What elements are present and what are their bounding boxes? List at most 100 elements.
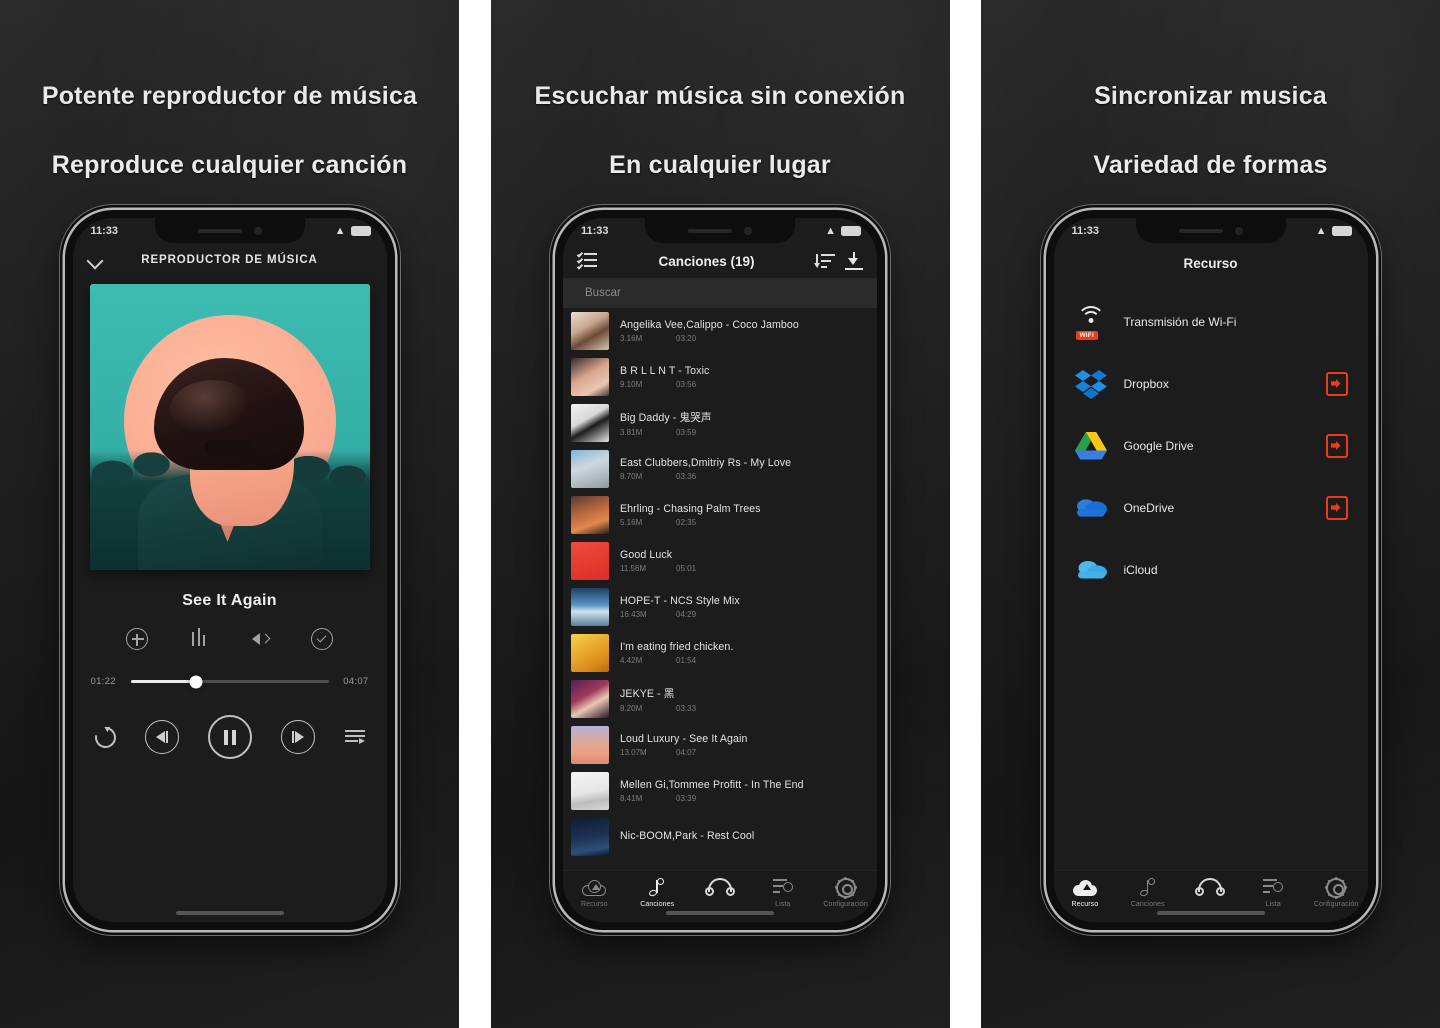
headphones-icon bbox=[1195, 877, 1226, 898]
song-filesize: 16.43M bbox=[620, 610, 647, 619]
seek-handle[interactable] bbox=[189, 675, 203, 688]
queue-icon[interactable] bbox=[344, 729, 365, 745]
song-filesize: 8.70M bbox=[620, 472, 643, 481]
song-list-item[interactable]: Big Daddy - 鬼哭声 3.81M 03:59 bbox=[563, 400, 877, 446]
status-time-2: 11:33 bbox=[581, 225, 609, 237]
google-drive-icon bbox=[1074, 429, 1108, 463]
song-list-item[interactable]: Ehrling - Chasing Palm Trees 5.16M 02:35 bbox=[563, 492, 877, 538]
status-bar-3: 11:33 ▲ bbox=[1054, 218, 1368, 244]
resource-label: Transmisión de Wi-Fi bbox=[1123, 315, 1237, 329]
export-icon[interactable] bbox=[1325, 496, 1348, 520]
song-list-item[interactable]: East Clubbers,Dmitriy Rs - My Love 8.70M 0… bbox=[563, 446, 877, 492]
tab-headphones[interactable] bbox=[1181, 877, 1239, 901]
status-time-3: 11:33 bbox=[1071, 225, 1100, 237]
album-artwork bbox=[89, 284, 370, 570]
artwork-figure-glasses bbox=[203, 440, 280, 456]
song-meta: Angelika Vee,Calippo - Coco Jamboo 3.16M 0… bbox=[620, 319, 865, 343]
previous-button[interactable] bbox=[144, 720, 179, 754]
song-subtitle: 8.70M 03:36 bbox=[620, 472, 865, 481]
album-art-container bbox=[73, 284, 387, 570]
song-list-item[interactable]: B R L L N T - Toxic 9.10M 03:56 bbox=[563, 354, 877, 400]
tab-canciones[interactable]: Canciones bbox=[628, 877, 686, 908]
song-duration: 03:59 bbox=[676, 427, 697, 437]
tab-configuracion[interactable]: Configuración bbox=[817, 877, 875, 908]
cloud-upload-icon bbox=[582, 879, 607, 896]
add-to-playlist-icon[interactable] bbox=[126, 628, 149, 650]
song-thumbnail bbox=[571, 818, 609, 856]
song-list-item[interactable]: Angelika Vee,Calippo - Coco Jamboo 3.16M 0… bbox=[563, 308, 877, 354]
song-list-item[interactable]: HOPE-T - NCS Style Mix 16.43M 04:29 bbox=[563, 584, 877, 630]
song-thumbnail bbox=[571, 772, 609, 810]
equalizer-icon[interactable] bbox=[188, 628, 210, 650]
resource-list-item[interactable]: WiFi Transmisión de Wi-Fi bbox=[1054, 291, 1368, 353]
player-header: REPRODUCTOR DE MÚSICA bbox=[73, 244, 387, 272]
song-filesize: 4.42M bbox=[620, 656, 643, 665]
battery-icon bbox=[841, 226, 861, 236]
song-thumbnail bbox=[571, 634, 609, 672]
tab-recurso[interactable]: Recurso bbox=[565, 877, 623, 908]
wifi-status-icon: ▲ bbox=[334, 224, 346, 237]
now-playing-title: See It Again bbox=[182, 592, 277, 609]
song-title: Angelika Vee,Calippo - Coco Jamboo bbox=[620, 319, 799, 331]
song-list-item[interactable]: Nic-BOOM,Park - Rest Cool bbox=[563, 814, 877, 860]
tab-headphones[interactable] bbox=[691, 877, 749, 901]
song-filesize: 5.16M bbox=[620, 518, 643, 527]
tab-configuracion[interactable]: Configuración bbox=[1307, 877, 1365, 908]
tab-label-canciones: Canciones bbox=[640, 901, 675, 908]
resource-list-item[interactable]: iCloud bbox=[1054, 539, 1368, 601]
song-meta: Mellen Gi,Tommee Profitt - In The End 8.4… bbox=[620, 779, 865, 803]
wifi-badge: WiFi bbox=[1075, 331, 1098, 340]
playlist-icon bbox=[772, 879, 793, 896]
song-title: Loud Luxury - See It Again bbox=[620, 733, 748, 745]
multi-select-icon[interactable] bbox=[576, 251, 597, 270]
song-list-item[interactable]: Loud Luxury - See It Again 13.07M 04:07 bbox=[563, 722, 877, 768]
promo-subline-1: Reproduce cualquier canción bbox=[51, 151, 408, 179]
pause-button[interactable] bbox=[208, 715, 252, 759]
tab-lista[interactable]: Lista bbox=[1244, 877, 1302, 908]
tab-canciones[interactable]: Canciones bbox=[1119, 877, 1177, 908]
song-list-item[interactable]: I'm eating fried chicken. 4.42M 01:54 bbox=[563, 630, 877, 676]
download-icon[interactable] bbox=[845, 252, 863, 270]
search-input[interactable]: Buscar bbox=[563, 278, 877, 308]
export-icon[interactable] bbox=[1325, 372, 1348, 396]
dropbox-glyph bbox=[1074, 370, 1107, 399]
song-title: Nic-BOOM,Park - Rest Cool bbox=[620, 829, 755, 842]
repeat-icon[interactable] bbox=[90, 722, 120, 752]
song-thumbnail bbox=[571, 312, 609, 350]
phone-screen-player: 11:33 ▲ REPRODUCTOR DE MÚSICA See It Aga… bbox=[72, 218, 387, 922]
song-subtitle: 9.10M 03:56 bbox=[620, 380, 865, 389]
resource-list-item[interactable]: Dropbox bbox=[1054, 353, 1368, 415]
resource-label: iCloud bbox=[1123, 563, 1158, 577]
song-list-item[interactable]: Mellen Gi,Tommee Profitt - In The End 8.4… bbox=[563, 768, 877, 814]
volume-icon[interactable] bbox=[249, 628, 271, 650]
resource-list-item[interactable]: OneDrive bbox=[1054, 477, 1368, 539]
resource-list-item[interactable]: Google Drive bbox=[1054, 415, 1368, 477]
icloud-glyph bbox=[1077, 561, 1107, 579]
tab-recurso[interactable]: Recurso bbox=[1056, 877, 1114, 908]
seek-slider[interactable] bbox=[130, 675, 329, 688]
resource-label: OneDrive bbox=[1123, 501, 1175, 515]
export-icon[interactable] bbox=[1325, 434, 1348, 458]
song-list-item[interactable]: Good Luck 11.56M 05:01 bbox=[563, 538, 877, 584]
song-list[interactable]: Angelika Vee,Calippo - Coco Jamboo 3.16M 0… bbox=[563, 308, 877, 860]
resource-list[interactable]: WiFi Transmisión de Wi-Fi Dropbox Google Dr… bbox=[1054, 277, 1368, 601]
next-button[interactable] bbox=[281, 720, 316, 754]
song-thumbnail bbox=[571, 680, 609, 718]
player-effects-row bbox=[73, 610, 387, 650]
promo-headline-2: Escuchar música sin conexión bbox=[534, 82, 906, 110]
phone-screen-resources: 11:33 ▲ Recurso WiFi Transmisión de Wi-Fi… bbox=[1053, 218, 1368, 922]
promo-text-block-1: Potente reproductor de música Reproduce … bbox=[0, 0, 459, 180]
tab-label-recurso: Recurso bbox=[581, 901, 608, 908]
song-thumbnail bbox=[571, 450, 609, 488]
screenshot-stage: Potente reproductor de música Reproduce … bbox=[0, 0, 1440, 1028]
song-meta: Ehrling - Chasing Palm Trees 5.16M 02:35 bbox=[620, 503, 865, 527]
song-list-item[interactable]: JEKYE - 黑 8.20M 03:33 bbox=[563, 676, 877, 722]
sort-icon[interactable] bbox=[814, 253, 835, 269]
home-indicator-2 bbox=[666, 911, 774, 915]
chevron-down-icon[interactable] bbox=[87, 252, 103, 268]
tab-lista[interactable]: Lista bbox=[754, 877, 812, 908]
song-title: HOPE-T - NCS Style Mix bbox=[620, 595, 740, 607]
sleep-timer-icon[interactable] bbox=[310, 628, 333, 650]
resource-screen-title: Recurso bbox=[1183, 256, 1238, 271]
song-title: B R L L N T - Toxic bbox=[620, 365, 710, 377]
